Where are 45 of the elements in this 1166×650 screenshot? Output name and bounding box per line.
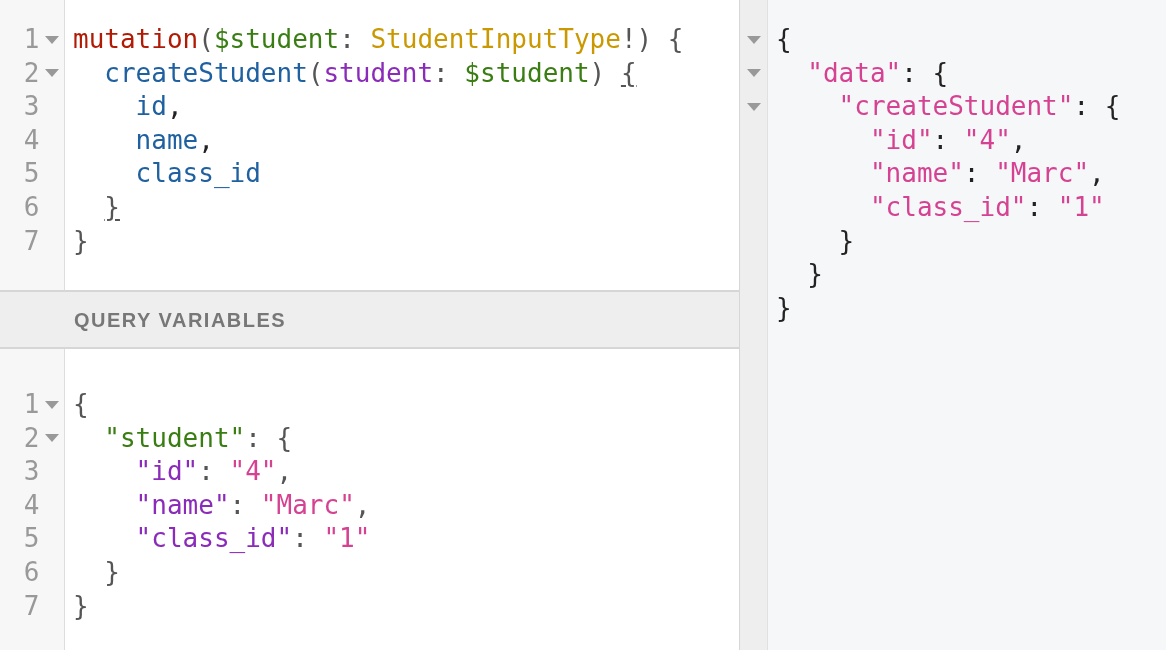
fold-arrow-icon[interactable] [746,69,761,78]
fold-arrow-icon[interactable] [746,35,761,44]
code-line: { [73,389,89,419]
line-number: 2 [22,421,40,455]
code-line: class_id [134,158,261,189]
code-line: "id": "4", [868,124,1027,155]
code-line: name, [134,124,214,155]
code-line: } [776,292,792,323]
fold-arrow-icon[interactable] [746,103,761,111]
code-line: id, [134,91,183,122]
code-line: "student": { [103,422,293,453]
code-line: "class_id": "1" [134,523,371,554]
fold-arrow-icon[interactable] [44,434,59,443]
code-line: { [776,24,792,54]
line-number: 2 [22,56,40,90]
code-line: "data": { [806,57,949,88]
line-number: 1 [22,23,40,56]
line-number: 6 [22,555,40,589]
code-line: mutation($student: StudentInputType!) { [73,24,684,54]
line-number: 1 [22,388,40,421]
line-number: 3 [22,455,40,489]
code-line: createStudent(student: $student) { [103,57,637,88]
line-number: 5 [22,522,40,556]
code-line: } [837,225,855,256]
code-line: } [806,259,823,290]
code-line: "name": "Marc", [868,158,1105,189]
code-line: } [103,556,120,587]
fold-arrow-icon[interactable] [44,400,59,409]
line-number: 5 [22,157,40,191]
section-title: QUERY VARIABLES [74,307,287,333]
code-line: "id": "4", [134,456,293,487]
code-line: "class_id": "1" [868,191,1105,222]
code-line: "name": "Marc", [134,489,371,520]
line-number: 6 [22,190,40,224]
code-line: } [73,590,89,621]
code-line: "createStudent": { [837,91,1121,122]
fold-arrow-icon[interactable] [44,35,59,44]
code-line: } [73,225,89,256]
line-number: 4 [22,488,40,522]
line-number: 7 [22,224,40,258]
line-number: 3 [22,90,40,124]
fold-arrow-icon[interactable] [44,69,59,78]
code-line: } [103,191,120,222]
line-number: 7 [22,589,40,623]
line-number: 4 [22,123,40,157]
